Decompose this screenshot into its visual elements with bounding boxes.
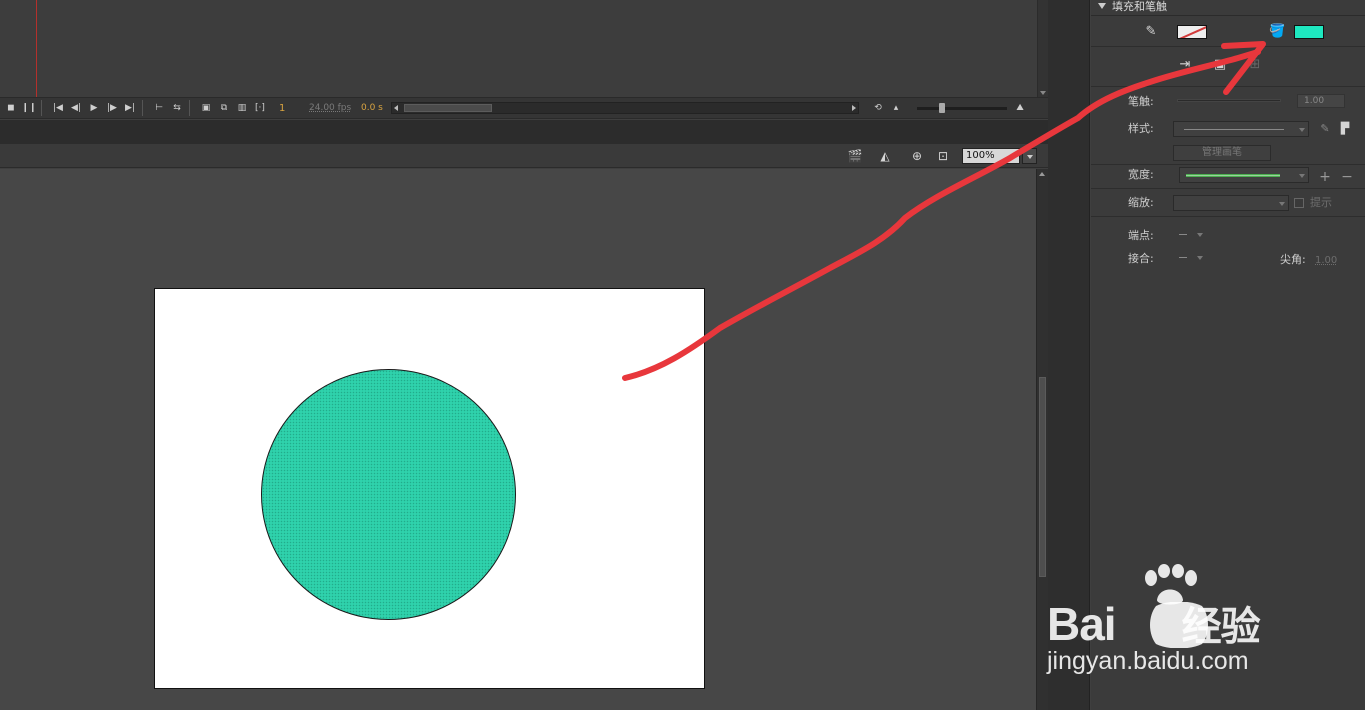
camera-icon[interactable]: ◼: [4, 101, 18, 115]
join-label: 接合:: [1128, 252, 1154, 265]
timeline-vertical-scrollbar[interactable]: [1037, 0, 1048, 97]
width-label: 宽度:: [1128, 168, 1154, 181]
stroke-style-dropdown[interactable]: [1173, 121, 1309, 137]
center-frame-icon[interactable]: ⊢: [152, 101, 166, 115]
manage-brush-button[interactable]: 管理画笔: [1173, 145, 1271, 161]
elapsed-time[interactable]: 0.0 s: [361, 103, 385, 113]
go-to-first-frame-icon[interactable]: |◀: [51, 101, 65, 115]
swap-colors-icon[interactable]: ⇥: [1177, 58, 1193, 72]
onion-skin-icon[interactable]: ▣: [199, 101, 213, 115]
step-back-icon[interactable]: ◀|: [69, 101, 83, 115]
timeline-controls-bar: ◼ ❙❙ |◀ ◀| ▶ |▶ ▶| ⊢ ⇆ ▣ ⧉ ▥ [·] 1 24.00…: [0, 97, 1048, 119]
remove-width-icon[interactable]: −: [1339, 170, 1355, 184]
scale-label: 缩放:: [1128, 196, 1154, 209]
scroll-thumb[interactable]: [404, 104, 492, 112]
clip-content-icon[interactable]: ⊡: [934, 148, 952, 164]
width-profile-dropdown[interactable]: [1179, 167, 1309, 183]
zoom-in-mountain-icon[interactable]: ⛰: [1013, 101, 1027, 115]
miter-value[interactable]: 1.00: [1315, 254, 1337, 268]
go-to-last-frame-icon[interactable]: ▶|: [123, 101, 137, 115]
stroke-width-field[interactable]: 1.00: [1297, 94, 1345, 108]
zoom-out-mountain-icon[interactable]: ▴: [889, 101, 903, 115]
step-forward-icon[interactable]: |▶: [105, 101, 119, 115]
circle-shape[interactable]: [261, 369, 516, 620]
stroke-width-slider[interactable]: [1177, 99, 1281, 102]
scene-icon[interactable]: 🎬: [846, 148, 864, 164]
stage-toolbar: 🎬 ◭ ⊕ ⊡ 100%: [0, 144, 1048, 168]
brush-library-icon[interactable]: ▛: [1337, 122, 1353, 136]
timeline-zoom-slider[interactable]: [917, 102, 1007, 113]
scale-dropdown[interactable]: [1173, 195, 1289, 211]
cap-label: 端点:: [1128, 229, 1154, 242]
du-paw-badge-icon: [1150, 602, 1208, 648]
baidu-watermark: Bai 经验 jingyan.baidu.com: [1045, 564, 1365, 704]
frame-rate[interactable]: 24.00 fps: [309, 103, 355, 113]
pencil-icon: ✎: [1145, 24, 1157, 39]
miter-label: 尖角:: [1280, 253, 1306, 266]
stage-canvas[interactable]: [154, 288, 705, 689]
scroll-left-icon[interactable]: [394, 105, 398, 111]
collapse-triangle-icon[interactable]: [1098, 3, 1106, 9]
stroke-color-swatch[interactable]: [1177, 25, 1207, 39]
current-frame[interactable]: 1: [279, 103, 299, 114]
scroll-right-icon[interactable]: [852, 105, 856, 111]
play-icon[interactable]: ▶: [87, 101, 101, 115]
pause-icon[interactable]: ❙❙: [21, 101, 36, 115]
fill-stroke-section-header[interactable]: 填充和笔触: [1091, 0, 1365, 16]
edit-style-pencil-icon[interactable]: ✎: [1317, 122, 1333, 136]
zoom-dropdown-chevron-icon[interactable]: [1022, 148, 1037, 164]
edit-multiple-frames-icon[interactable]: ▥: [235, 101, 249, 115]
scroll-up-icon[interactable]: [1039, 172, 1045, 176]
join-dropdown[interactable]: [1179, 253, 1205, 263]
add-width-icon[interactable]: +: [1317, 170, 1333, 184]
paint-bucket-icon: 🪣: [1269, 24, 1286, 39]
cap-dropdown[interactable]: [1179, 230, 1205, 240]
no-color-icon[interactable]: ▣: [1212, 58, 1228, 72]
loop-icon[interactable]: ⇆: [170, 101, 184, 115]
watermark-url: jingyan.baidu.com: [1047, 647, 1249, 675]
symbol-icon[interactable]: ◭: [876, 148, 894, 164]
panel-gap: [0, 120, 1048, 144]
timeline-panel: [0, 0, 1048, 97]
modify-onion-markers-icon[interactable]: [·]: [253, 101, 267, 115]
hint-checkbox[interactable]: [1294, 198, 1304, 208]
section-title: 填充和笔触: [1112, 0, 1167, 13]
zoom-input[interactable]: 100%: [962, 148, 1020, 164]
onion-skin-outline-icon[interactable]: ⧉: [217, 101, 231, 115]
stroke-width-label: 笔触:: [1128, 95, 1154, 108]
hint-label: 提示: [1310, 196, 1332, 209]
center-stage-icon[interactable]: ⊕: [908, 148, 926, 164]
swap-fill-stroke-icon[interactable]: ⊞: [1247, 58, 1263, 72]
undo-icon[interactable]: ⟲: [871, 101, 885, 115]
scroll-thumb[interactable]: [1039, 377, 1046, 577]
timeline-horizontal-scrollbar[interactable]: [391, 102, 859, 114]
fill-color-swatch[interactable]: [1294, 25, 1324, 39]
style-label: 样式:: [1128, 122, 1154, 135]
